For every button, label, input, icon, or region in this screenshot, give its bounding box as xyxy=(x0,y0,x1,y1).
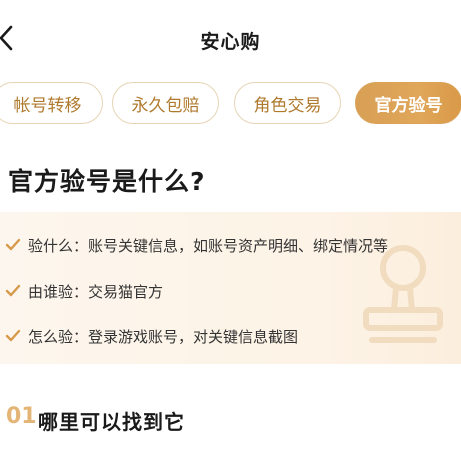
section-number: 01 xyxy=(6,404,37,429)
page-title: 安心购 xyxy=(200,31,261,53)
section-heading: 哪里可以找到它 xyxy=(38,410,185,434)
tab-account-transfer[interactable]: 帐号转移 xyxy=(0,82,103,124)
tab-permanent-compensation[interactable]: 永久包赔 xyxy=(112,82,219,124)
check-icon xyxy=(5,284,21,297)
tab-label: 角色交易 xyxy=(253,95,322,116)
tab-label: 永久包赔 xyxy=(131,95,200,116)
tab-label: 帐号转移 xyxy=(13,95,82,116)
info-item-who: 由谁验：交易猫官方 xyxy=(4,279,163,303)
info-item-text: 怎么验：登录游戏账号，对关键信息截图 xyxy=(28,327,299,346)
tab-character-trade[interactable]: 角色交易 xyxy=(234,82,341,124)
check-icon xyxy=(5,329,21,342)
tab-label: 官方验号 xyxy=(374,95,443,116)
header-bar: 安心购 xyxy=(0,0,461,76)
tab-official-verification[interactable]: 官方验号 xyxy=(355,82,461,124)
tab-bar: 帐号转移 永久包赔 角色交易 官方验号 xyxy=(0,82,461,128)
info-item-what: 验什么：账号关键信息，如账号资产明细、绑定情况等 xyxy=(4,233,388,257)
section-title: 官方验号是什么? xyxy=(8,167,206,196)
info-item-how: 怎么验：登录游戏账号，对关键信息截图 xyxy=(4,324,298,348)
info-item-text: 由谁验：交易猫官方 xyxy=(28,282,164,301)
check-icon xyxy=(5,238,21,251)
info-item-text: 验什么：账号关键信息，如账号资产明细、绑定情况等 xyxy=(28,236,389,255)
page: 安心购 帐号转移 永久包赔 角色交易 官方验号 官方验号是什么? 验什么：账号关 xyxy=(0,0,461,453)
